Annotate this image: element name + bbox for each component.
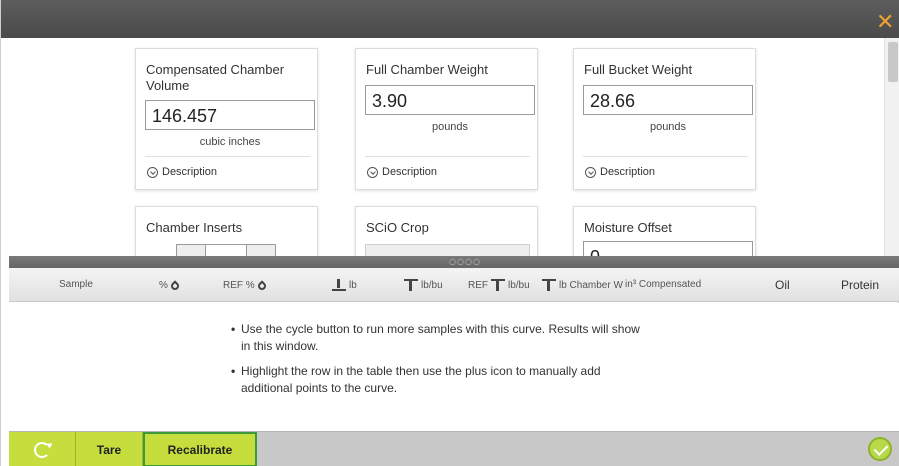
- stepper-value: [205, 245, 247, 256]
- unit-label: pounds: [649, 121, 687, 133]
- card-chamber-inserts: Chamber Inserts: [135, 206, 318, 256]
- card-compensated-chamber-volume: Compensated Chamber Volume 146.457 cubic…: [135, 48, 318, 190]
- close-icon[interactable]: ✕: [876, 12, 894, 34]
- divider: [583, 156, 748, 157]
- card-full-bucket-weight: Full Bucket Weight 28.66 pounds Descript…: [573, 48, 756, 190]
- column-header-sample[interactable]: Sample: [59, 279, 93, 290]
- chevron-down-icon: [147, 166, 158, 178]
- up-weight-icon: [542, 279, 556, 291]
- instruction-item: • Highlight the row in the table then us…: [231, 364, 601, 395]
- divider: [145, 156, 310, 157]
- settings-panel: Compensated Chamber Volume 146.457 cubic…: [9, 38, 899, 256]
- instructions-list: • Use the cycle button to run more sampl…: [231, 321, 651, 405]
- grip-icon: ○○○○: [449, 257, 481, 266]
- title-bar: ✕: [1, 0, 899, 38]
- quantity-stepper[interactable]: [176, 244, 276, 256]
- chevron-down-icon: [367, 166, 378, 178]
- results-area: • Use the cycle button to run more sampl…: [9, 303, 899, 431]
- column-header-weight[interactable]: lb: [329, 279, 357, 291]
- card-label: Full Chamber Weight: [366, 62, 488, 77]
- card-scio-crop: SCiO Crop: [355, 206, 538, 256]
- unit-label: cubic inches: [199, 136, 261, 148]
- card-label: Compensated Chamber Volume: [146, 62, 285, 93]
- bullet-icon: •: [231, 364, 236, 378]
- app-window: ✕ Compensated Chamber Volume 146.457 cub…: [0, 0, 899, 466]
- crop-select[interactable]: [365, 244, 530, 256]
- table-header: Sample % REF % lb lb/bu REF lb/bu lb Cha…: [9, 268, 899, 302]
- up-weight-icon: [404, 279, 418, 291]
- instruction-item: • Use the cycle button to run more sampl…: [231, 322, 640, 353]
- column-header-oil[interactable]: Oil: [775, 278, 790, 292]
- card-label: Chamber Inserts: [146, 220, 243, 235]
- card-label: SCiO Crop: [366, 220, 429, 235]
- tare-button[interactable]: Tare: [76, 432, 143, 466]
- panel-splitter[interactable]: ○○○○: [9, 256, 899, 268]
- value-field[interactable]: 146.457: [145, 100, 315, 130]
- description-toggle[interactable]: Description: [367, 166, 437, 178]
- down-weight-icon: [332, 279, 346, 291]
- value-field[interactable]: 3.90: [365, 85, 535, 115]
- card-moisture-offset: Moisture Offset 0: [573, 206, 756, 256]
- bullet-icon: •: [231, 322, 236, 336]
- value-field[interactable]: 0: [583, 241, 753, 256]
- card-label: Moisture Offset: [584, 220, 672, 235]
- column-header-ref-moisture[interactable]: REF %: [223, 279, 270, 291]
- description-toggle[interactable]: Description: [147, 166, 217, 178]
- drop-icon: [258, 279, 267, 291]
- column-header-compensated[interactable]: in³ Compensated: [625, 279, 701, 290]
- card-full-chamber-weight: Full Chamber Weight 3.90 pounds Descript…: [355, 48, 538, 190]
- cycle-button[interactable]: [9, 432, 76, 466]
- up-weight-icon: [491, 279, 505, 291]
- column-header-moisture[interactable]: %: [159, 279, 183, 291]
- unit-label: pounds: [431, 121, 469, 133]
- chevron-down-icon: [585, 166, 596, 178]
- bottom-toolbar: Tare Recalibrate: [9, 431, 899, 466]
- vertical-scrollbar[interactable]: [884, 38, 899, 256]
- column-header-test-weight[interactable]: lb/bu: [401, 279, 443, 291]
- column-header-protein[interactable]: Protein: [841, 278, 879, 292]
- scrollbar-thumb[interactable]: [888, 42, 898, 82]
- column-header-chamber-weight[interactable]: lb Chamber W: [539, 279, 623, 291]
- description-toggle[interactable]: Description: [585, 166, 655, 178]
- checkmark-icon[interactable]: [868, 437, 892, 461]
- cycle-icon: [34, 441, 50, 458]
- drop-icon: [171, 279, 180, 291]
- divider: [365, 156, 530, 157]
- recalibrate-button[interactable]: Recalibrate: [143, 432, 257, 466]
- card-label: Full Bucket Weight: [584, 62, 693, 77]
- value-field[interactable]: 28.66: [583, 85, 753, 115]
- column-header-ref-test-weight[interactable]: REF lb/bu: [468, 279, 530, 291]
